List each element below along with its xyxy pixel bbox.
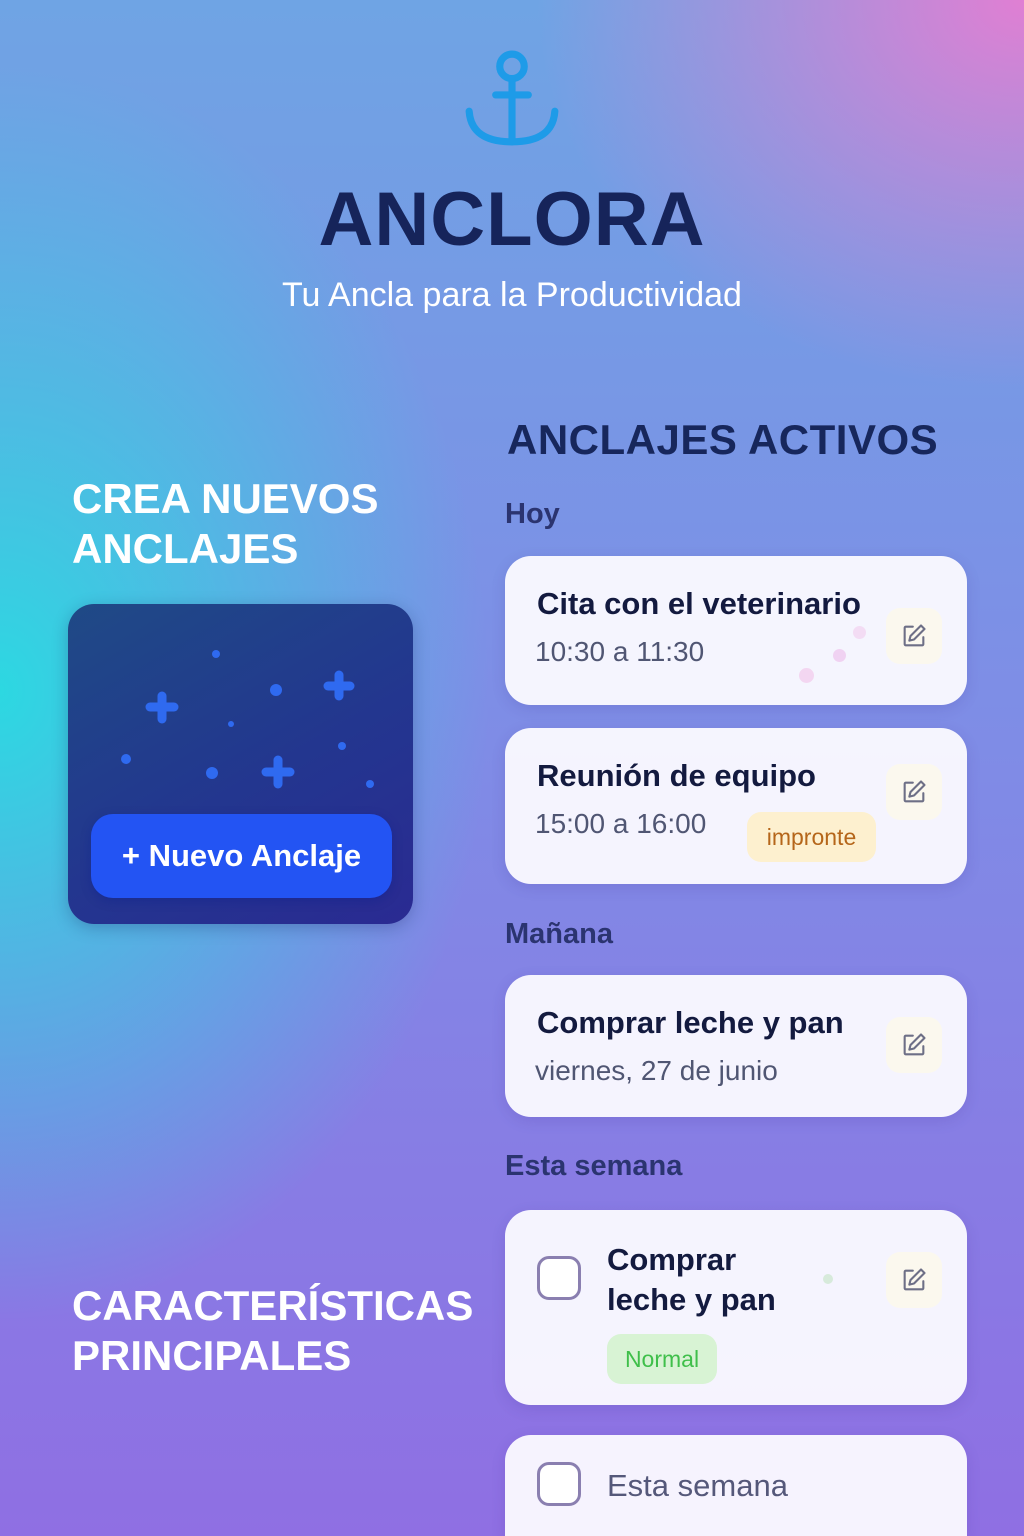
edit-button[interactable] [886, 608, 942, 664]
edit-icon [903, 780, 926, 803]
anchor-icon [465, 50, 559, 146]
anchor-card[interactable]: Comprar leche y pan viernes, 27 de junio [505, 975, 967, 1117]
anchor-time: 10:30 a 11:30 [535, 636, 705, 667]
priority-badge: impronte [747, 812, 876, 862]
anchor-title: Comprar leche y pan [537, 1005, 844, 1040]
anchor-title: Comprar leche y pan [607, 1242, 776, 1317]
create-section-title: CREA NUEVOS ANCLAJES [72, 475, 379, 572]
decor-dot [833, 649, 846, 662]
decor-dot [853, 626, 866, 639]
app-header: ANCLORA Tu Ancla para la Productividad [0, 0, 1024, 340]
sparkles-decoration [121, 650, 374, 789]
group-label-tomorrow: Mañana [505, 918, 613, 950]
task-checkbox[interactable] [537, 1462, 581, 1506]
anchor-title: Cita con el veterinario [537, 586, 861, 621]
priority-badge: Normal [607, 1334, 717, 1384]
features-section-title: CARACTERÍSTICAS PRINCIPALES [72, 1282, 474, 1379]
anchor-date: viernes, 27 de junio [535, 1055, 778, 1086]
anchor-card[interactable]: Comprar leche y pan Normal [505, 1210, 967, 1405]
create-anchor-card: + Nuevo Anclaje [68, 604, 413, 924]
task-checkbox[interactable] [537, 1256, 581, 1300]
app-tagline: Tu Ancla para la Productividad [282, 276, 742, 314]
app-title: ANCLORA [318, 177, 706, 262]
decor-dot [799, 668, 814, 683]
decor-dot [823, 1274, 833, 1284]
group-label-this-week: Esta semana [505, 1150, 683, 1182]
edit-icon [903, 1033, 926, 1056]
new-anchor-button[interactable]: + Nuevo Anclaje [91, 814, 392, 898]
edit-button[interactable] [886, 1252, 942, 1308]
group-label-today: Hoy [505, 498, 560, 530]
anchor-card[interactable]: Reunión de equipo 15:00 a 16:00 impronte [505, 728, 967, 884]
edit-button[interactable] [886, 1017, 942, 1073]
anchor-title: Esta semana [607, 1468, 788, 1503]
anchor-time: 15:00 a 16:00 [535, 808, 707, 839]
edit-button[interactable] [886, 764, 942, 820]
anchor-card[interactable]: Esta semana [505, 1435, 967, 1536]
anchor-title: Reunión de equipo [537, 758, 816, 793]
anchor-card[interactable]: Cita con el veterinario 10:30 a 11:30 [505, 556, 967, 705]
edit-icon [903, 624, 926, 647]
edit-icon [903, 1268, 926, 1291]
active-anchors-title: ANCLAJES ACTIVOS [507, 416, 939, 463]
